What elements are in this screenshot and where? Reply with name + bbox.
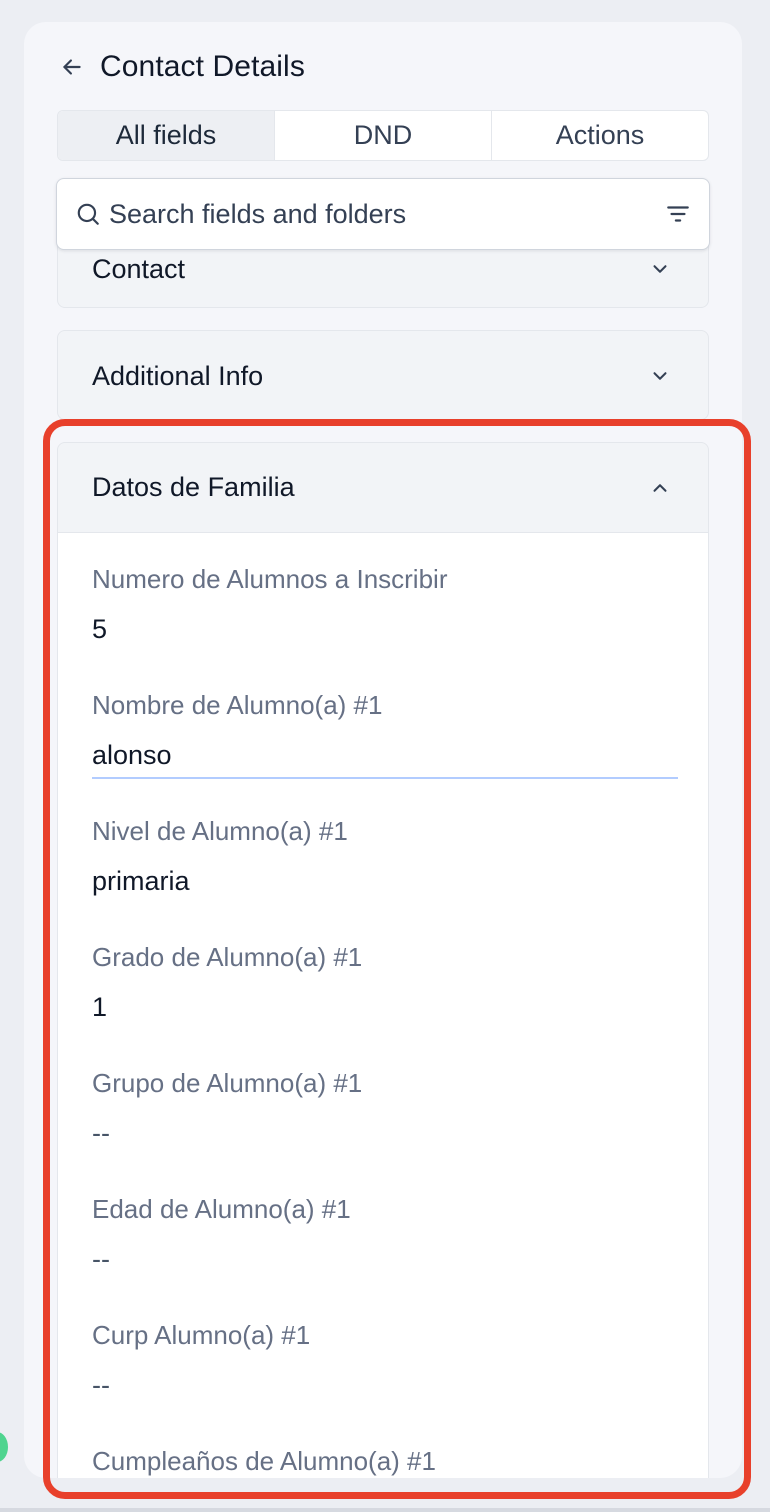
chevron-up-icon xyxy=(648,476,672,500)
section-additional-info-title: Additional Info xyxy=(92,360,264,391)
field-label: Edad de Alumno(a) #1 xyxy=(92,1194,351,1224)
field-cumpleanos-alumno-1[interactable]: Cumpleaños de Alumno(a) #1 xyxy=(92,1445,674,1478)
field-curp-alumno-1[interactable]: Curp Alumno(a) #1 -- xyxy=(92,1319,674,1445)
panel-header: Contact Details xyxy=(58,50,305,84)
field-value[interactable]: -- xyxy=(92,1117,674,1149)
page-title: Contact Details xyxy=(100,50,305,83)
field-label: Grado de Alumno(a) #1 xyxy=(92,942,363,972)
field-value[interactable]: primaria xyxy=(92,865,674,897)
field-label: Curp Alumno(a) #1 xyxy=(92,1320,311,1350)
section-contact-title: Contact xyxy=(92,254,186,284)
tab-dnd[interactable]: DND xyxy=(275,111,492,160)
divider xyxy=(0,1508,770,1512)
tab-actions[interactable]: Actions xyxy=(492,111,708,160)
field-nombre-alumno-1[interactable]: Nombre de Alumno(a) #1 alonso xyxy=(92,689,678,815)
chevron-down-icon xyxy=(648,257,672,281)
field-label: Numero de Alumnos a Inscribir xyxy=(92,564,448,594)
section-datos-de-familia-body: Numero de Alumnos a Inscribir 5 Nombre d… xyxy=(58,533,708,1478)
field-nivel-alumno-1[interactable]: Nivel de Alumno(a) #1 primaria xyxy=(92,815,674,941)
section-additional-info: Additional Info xyxy=(57,330,709,420)
chevron-down-icon xyxy=(648,364,672,388)
field-value[interactable]: 5 xyxy=(92,613,674,645)
search-bar xyxy=(56,178,710,250)
tab-all-fields[interactable]: All fields xyxy=(58,111,275,160)
field-value[interactable]: 1 xyxy=(92,991,674,1023)
section-datos-de-familia: Datos de Familia Numero de Alumnos a Ins… xyxy=(57,442,709,1478)
field-grupo-alumno-1[interactable]: Grupo de Alumno(a) #1 -- xyxy=(92,1067,674,1193)
field-label: Nivel de Alumno(a) #1 xyxy=(92,816,348,846)
tab-bar: All fields DND Actions xyxy=(57,110,709,161)
field-grado-alumno-1[interactable]: Grado de Alumno(a) #1 1 xyxy=(92,941,674,1067)
status-dot xyxy=(0,1432,8,1462)
field-label: Grupo de Alumno(a) #1 xyxy=(92,1068,363,1098)
field-numero-alumnos[interactable]: Numero de Alumnos a Inscribir 5 xyxy=(92,563,674,689)
contact-details-panel: Contact Details All fields DND Actions C… xyxy=(24,22,742,1478)
field-label: Nombre de Alumno(a) #1 xyxy=(92,690,383,720)
field-value[interactable]: -- xyxy=(92,1243,674,1275)
arrow-left-icon[interactable] xyxy=(58,53,86,81)
field-label: Cumpleaños de Alumno(a) #1 xyxy=(92,1446,436,1476)
field-value[interactable]: -- xyxy=(92,1369,674,1401)
field-value-input[interactable]: alonso xyxy=(92,739,678,779)
search-input[interactable] xyxy=(109,198,663,230)
section-datos-de-familia-title: Datos de Familia xyxy=(92,472,295,502)
field-edad-alumno-1[interactable]: Edad de Alumno(a) #1 -- xyxy=(92,1193,674,1319)
search-icon xyxy=(75,201,101,227)
section-additional-info-header[interactable]: Additional Info xyxy=(58,331,708,421)
section-datos-de-familia-header[interactable]: Datos de Familia xyxy=(58,443,708,533)
filter-icon[interactable] xyxy=(663,199,693,229)
